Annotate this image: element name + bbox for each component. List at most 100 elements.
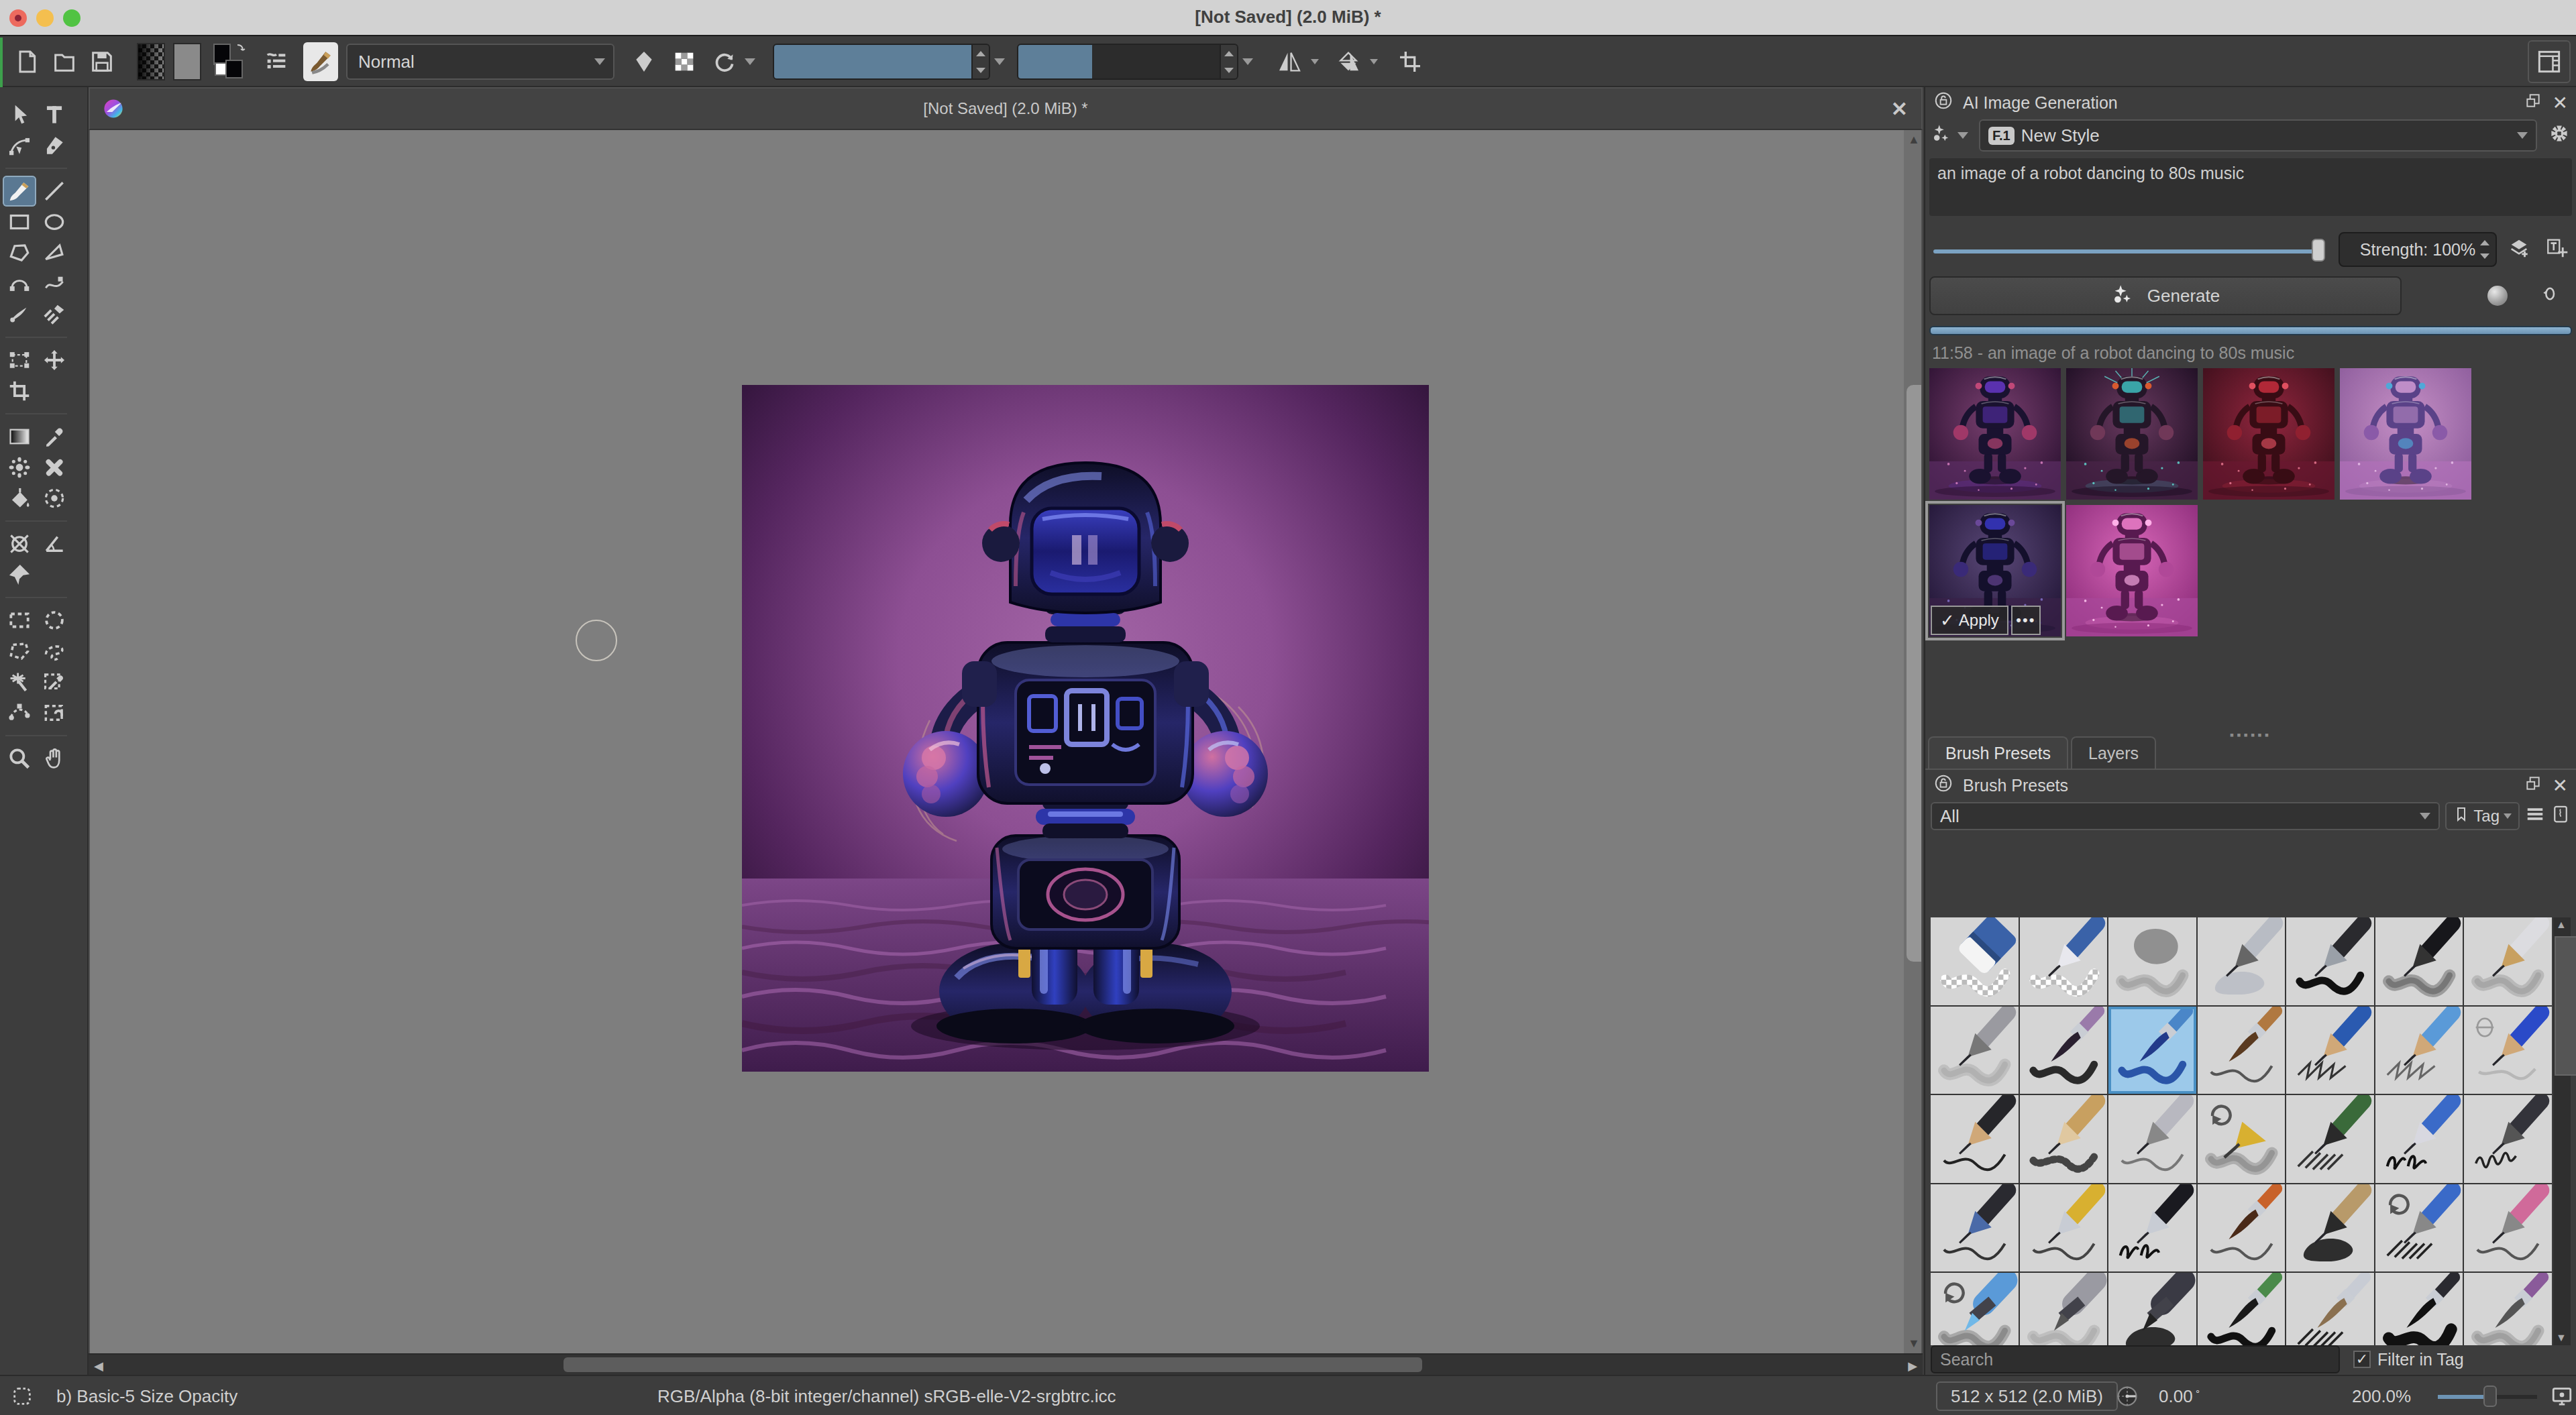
brush-preset-fountain-blue[interactable]	[2375, 1095, 2463, 1183]
generated-image-robot-1[interactable]	[1929, 368, 2061, 500]
brush-preset-ink-brush[interactable]	[2020, 1007, 2108, 1094]
filter-in-tag-checkbox[interactable]: ✓	[2353, 1351, 2371, 1368]
lock-icon[interactable]	[1933, 773, 1953, 797]
generated-image-robot-4[interactable]	[2340, 368, 2471, 500]
brush-preset-marker-gray[interactable]	[2020, 1273, 2108, 1345]
save-document-button[interactable]	[86, 46, 118, 78]
brush-preset-brush-orange[interactable]	[2198, 1184, 2286, 1272]
size-dropdown-arrow[interactable]	[1238, 46, 1257, 78]
document-close-icon[interactable]: ✕	[1891, 97, 1908, 121]
tool-similar-select[interactable]	[3, 667, 36, 697]
tag-button[interactable]: Tag	[2445, 802, 2520, 830]
scroll-up-icon[interactable]: ▲	[2556, 919, 2567, 931]
tool-smart-patch[interactable]	[38, 452, 71, 483]
tool-zoom[interactable]	[3, 743, 36, 774]
apply-button[interactable]: ✓Apply	[1931, 606, 2008, 635]
generated-image-robot-6[interactable]	[2066, 505, 2198, 636]
brush-preset-brush-flat[interactable]	[2286, 1273, 2374, 1345]
brush-preset-mech-pencil[interactable]	[1931, 1184, 2019, 1272]
brush-preset-pencil-lightblue[interactable]	[2375, 1007, 2463, 1094]
close-docker-icon[interactable]: ✕	[2553, 775, 2568, 797]
open-document-button[interactable]	[48, 46, 80, 78]
gradient-swatch-button[interactable]	[137, 43, 165, 80]
tool-color-select[interactable]	[38, 667, 71, 697]
canvas-angle-value[interactable]: 0.00 ˚	[2159, 1376, 2200, 1415]
brush-preset-marker-dark[interactable]	[2108, 1273, 2196, 1345]
brush-preset-stylus-gray[interactable]	[1931, 1007, 2019, 1094]
brush-preset-pen-tan[interactable]	[2286, 1184, 2374, 1272]
scroll-down-icon[interactable]: ▼	[1908, 1337, 1920, 1351]
tool-ellipse-select[interactable]	[38, 605, 71, 636]
brush-preset-basic-5-selected[interactable]	[2108, 1007, 2196, 1094]
tool-pattern-edit[interactable]	[3, 452, 36, 483]
brush-preset-pencil-wood[interactable]	[2020, 1095, 2108, 1183]
preserve-alpha-button[interactable]	[668, 46, 700, 78]
strength-spinbox[interactable]: Strength: 100%	[2339, 232, 2497, 267]
brush-preset-airbrush-soft[interactable]	[2108, 917, 2196, 1005]
tool-gradient[interactable]	[3, 421, 36, 452]
tool-polygon-select[interactable]	[3, 636, 36, 667]
tool-transform[interactable]	[3, 345, 36, 376]
canvas-area[interactable]: ▲ ▼	[89, 130, 1923, 1353]
generated-image-robot-2[interactable]	[2066, 368, 2198, 500]
style-selector[interactable]: F.1 New Style	[1979, 119, 2537, 152]
tool-enclose-fill[interactable]	[38, 483, 71, 514]
list-view-icon[interactable]	[2525, 804, 2545, 828]
brush-preset-pencil-blue2[interactable]	[2464, 1007, 2552, 1094]
brush-preset-ballpoint[interactable]	[2464, 1095, 2552, 1183]
tool-reference-images[interactable]	[3, 559, 36, 590]
brush-preset-eraser-hard[interactable]	[1931, 917, 2019, 1005]
float-docker-icon[interactable]	[2524, 92, 2542, 113]
opacity-dropdown-arrow[interactable]	[990, 46, 1009, 78]
strength-slider-handle[interactable]	[2312, 239, 2325, 262]
docker-tab-brush-presets[interactable]: Brush Presets	[1928, 736, 2068, 769]
brush-preset-nib-pen-black[interactable]	[2108, 1184, 2196, 1272]
brush-preset-airbrush-pen[interactable]	[2198, 917, 2286, 1005]
brush-preset-pencil-blue[interactable]	[2286, 1007, 2374, 1094]
rotation-icon[interactable]	[2114, 1376, 2140, 1415]
brush-preset-stylus-black[interactable]	[2375, 917, 2463, 1005]
brush-preset-marker-blue-rake[interactable]	[2375, 1184, 2463, 1272]
tool-edit-shapes[interactable]	[3, 130, 36, 161]
mirror-h-dropdown-arrow[interactable]	[1305, 46, 1324, 78]
tool-freehand-path[interactable]	[38, 268, 71, 299]
opacity-slider[interactable]	[773, 44, 990, 80]
mirror-vertical-button[interactable]	[1332, 46, 1364, 78]
tool-rectangle[interactable]	[3, 207, 36, 237]
brush-preset-ink-pen-black[interactable]	[2286, 917, 2374, 1005]
generated-image-robot-3[interactable]	[2203, 368, 2334, 500]
ai-wand-icon[interactable]	[1931, 122, 1953, 149]
reload-dropdown-arrow[interactable]	[741, 46, 759, 78]
zoom-slider[interactable]	[2438, 1376, 2537, 1415]
mirror-horizontal-button[interactable]	[1273, 46, 1305, 78]
brush-preset-pen-white[interactable]	[2464, 917, 2552, 1005]
tool-dynamic-brush[interactable]	[3, 299, 36, 330]
tool-move[interactable]	[38, 345, 71, 376]
tool-text[interactable]	[38, 99, 71, 130]
brush-preset-pencil-tilt[interactable]	[2198, 1095, 2286, 1183]
tool-measure[interactable]	[38, 528, 71, 559]
brush-preset-pencil-black-red[interactable]	[1931, 1095, 2019, 1183]
generated-image-robot-5[interactable]: ✓Apply•••	[1929, 505, 2061, 636]
add-text-icon[interactable]	[2545, 236, 2568, 263]
brush-preset-brush-flat-black[interactable]	[2375, 1273, 2463, 1345]
zoom-value[interactable]: 200.0%	[2352, 1376, 2411, 1415]
strength-slider[interactable]	[1933, 249, 2322, 253]
tool-assistants[interactable]	[3, 528, 36, 559]
brush-preset-brush-loaded[interactable]	[2464, 1273, 2552, 1345]
tool-magnetic-select[interactable]	[38, 697, 71, 728]
canvas-vertical-scrollbar[interactable]: ▲ ▼	[1904, 130, 1921, 1353]
workspace-chooser-button[interactable]	[2528, 40, 2571, 83]
scroll-left-icon[interactable]: ◀	[94, 1359, 103, 1373]
tool-freehand-select[interactable]	[38, 636, 71, 667]
tool-ellipse[interactable]	[38, 207, 71, 237]
mirror-v-dropdown-arrow[interactable]	[1364, 46, 1383, 78]
float-docker-icon[interactable]	[2524, 775, 2542, 796]
tool-color-sampler[interactable]	[38, 421, 71, 452]
tool-multibrush[interactable]	[38, 299, 71, 330]
more-options-button[interactable]: •••	[2011, 606, 2041, 635]
tool-rect-select[interactable]	[3, 605, 36, 636]
brush-grid-scrollbar[interactable]: ▲ ▼	[2553, 917, 2571, 1345]
brush-search-input[interactable]: Search	[1931, 1345, 2340, 1373]
tool-polyline[interactable]	[38, 237, 71, 268]
